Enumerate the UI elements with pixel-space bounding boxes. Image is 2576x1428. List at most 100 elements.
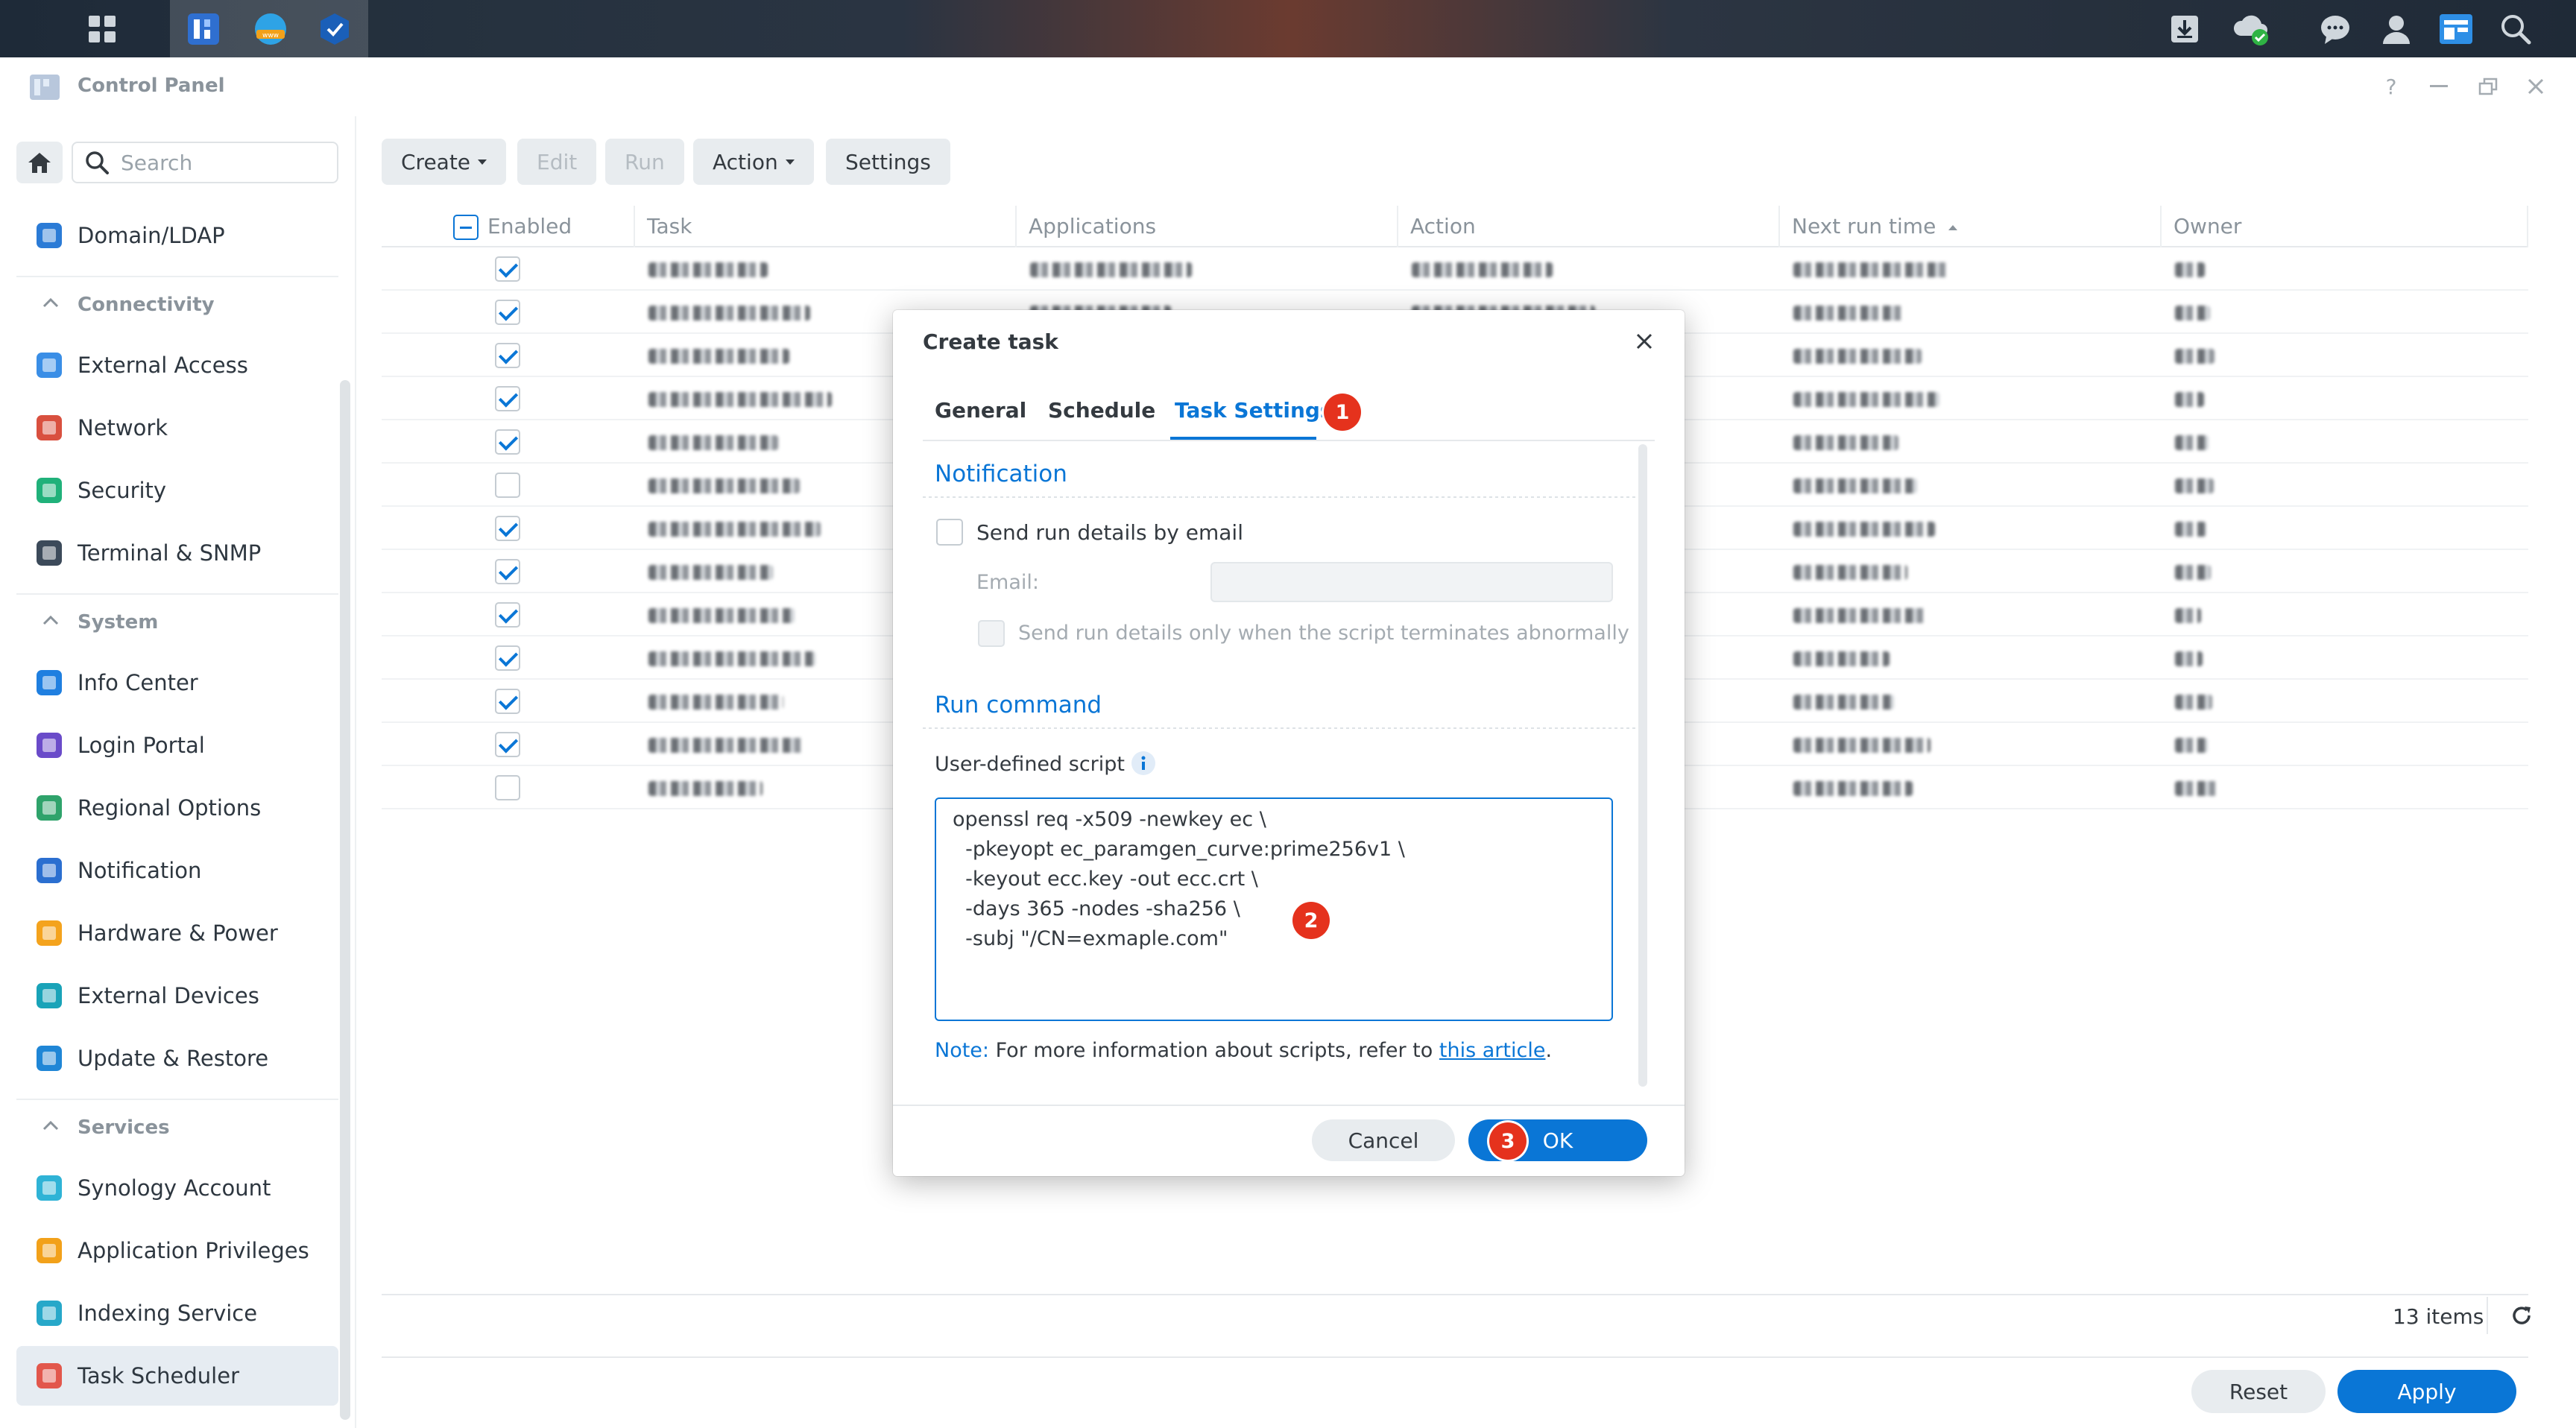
action-label: Action [713,149,778,174]
sidebar-item-domain-ldap[interactable]: Domain/LDAP [16,206,338,265]
column-task[interactable]: Task [635,206,1017,247]
security-advisor-app-icon[interactable] [312,6,358,52]
redacted-cell [2175,349,2214,364]
row-enabled-checkbox[interactable] [495,559,520,584]
sidebar-item-hardware-power[interactable]: Hardware & Power [16,903,338,963]
web-station-app-icon[interactable]: www [247,6,294,52]
download-icon[interactable] [2162,6,2208,52]
help-icon[interactable]: ? [2376,72,2406,101]
window-title: Control Panel [78,75,225,97]
cloud-sync-status-icon[interactable] [2229,6,2275,52]
note-end: . [1545,1039,1553,1062]
redacted-cell [1793,522,1935,537]
control-panel-app-icon[interactable] [180,6,227,52]
sidebar-item-external-devices[interactable]: External Devices [16,966,338,1026]
row-enabled-checkbox[interactable] [495,732,520,757]
tab-task-settings[interactable]: Task Settings [1175,398,1333,423]
row-enabled-checkbox[interactable] [495,775,520,800]
notification-section-divider [923,496,1649,498]
sidebar-item-label: Login Portal [78,733,205,758]
tab-schedule[interactable]: Schedule [1048,398,1155,423]
column-applications[interactable]: Applications [1017,206,1398,247]
redacted-cell [648,392,832,407]
sidebar-item-security[interactable]: Security [16,461,338,520]
settings-button[interactable]: Settings [826,139,950,185]
minimize-icon[interactable] [2424,72,2454,101]
close-window-icon[interactable] [2521,72,2551,101]
sidebar-item-indexing-service[interactable]: Indexing Service [16,1283,338,1343]
sidebar-item-task-scheduler[interactable]: Task Scheduler [16,1346,338,1406]
email-label: Email: [976,571,1040,594]
action-button[interactable]: Action [693,139,814,185]
sidebar-item-application-privileges[interactable]: Application Privileges [16,1221,338,1280]
column-action[interactable]: Action [1398,206,1780,247]
step-badge-2: 2 [1292,902,1330,939]
sidebar-scrollbar[interactable] [340,380,350,1420]
column-owner[interactable]: Owner [2162,206,2528,247]
cancel-button[interactable]: Cancel [1312,1119,1455,1161]
sidebar-item-login-portal[interactable]: Login Portal [16,715,338,775]
sidebar-item-synology-account[interactable]: Synology Account [16,1158,338,1218]
row-enabled-checkbox[interactable] [495,602,520,628]
row-enabled-checkbox[interactable] [495,300,520,325]
this-article-link[interactable]: this article [1439,1039,1546,1062]
search-input[interactable] [72,142,338,183]
sidebar-section-system[interactable]: System [16,601,338,645]
row-enabled-checkbox[interactable] [495,386,520,411]
redacted-cell [1793,695,1894,710]
dialog-scrollbar[interactable] [1638,444,1647,1087]
row-enabled-checkbox[interactable] [495,645,520,671]
sidebar-item-terminal[interactable]: Terminal & SNMP [16,523,338,583]
user-icon[interactable] [2373,6,2419,52]
home-button[interactable] [16,142,63,183]
sidebar-item-notification[interactable]: Notification [16,841,338,900]
redacted-cell [2175,306,2210,320]
redacted-cell [2175,695,2212,710]
search-taskbar-icon[interactable] [2493,6,2539,52]
column-enabled[interactable]: Enabled [382,206,635,247]
dialog-close-icon[interactable] [1629,326,1659,356]
abnormal-only-checkbox[interactable] [978,620,1005,647]
column-next-run-time[interactable]: Next run time [1780,206,2162,247]
row-enabled-checkbox[interactable] [495,516,520,541]
sidebar-item-external-access[interactable]: External Access [16,335,338,395]
restore-icon[interactable] [2473,72,2503,101]
create-button[interactable]: Create [382,139,507,185]
email-field[interactable] [1210,562,1613,602]
notification-section-title: Notification [935,461,1067,487]
login-portal-icon [34,730,64,760]
run-button[interactable]: Run [605,139,684,185]
sidebar-item-info-center[interactable]: Info Center [16,653,338,713]
row-enabled-checkbox[interactable] [495,689,520,714]
sidebar-section-title: Connectivity [78,294,215,316]
script-info-icon[interactable] [1131,751,1155,775]
main-menu-icon[interactable] [79,6,125,52]
tab-general[interactable]: General [935,398,1026,423]
refresh-icon[interactable] [2510,1304,2533,1327]
messages-icon[interactable] [2312,6,2358,52]
row-enabled-checkbox[interactable] [495,343,520,368]
row-enabled-checkbox[interactable] [495,429,520,455]
sidebar-item-label: Domain/LDAP [78,223,225,248]
send-email-checkbox[interactable] [936,519,963,546]
redacted-cell [2175,651,2203,666]
row-enabled-checkbox[interactable] [495,473,520,498]
apply-button[interactable]: Apply [2337,1370,2516,1413]
row-enabled-checkbox[interactable] [495,256,520,282]
sidebar-item-label: External Devices [78,983,259,1008]
redacted-cell [1793,262,1948,277]
active-tab-indicator [1170,437,1316,440]
sidebar-item-label: Synology Account [78,1175,271,1201]
sidebar-section-services[interactable]: Services [16,1106,338,1151]
redacted-cell [1793,565,1907,580]
edit-button[interactable]: Edit [517,139,597,185]
sidebar-item-update-restore[interactable]: Update & Restore [16,1029,338,1088]
window-titlebar[interactable] [0,57,2576,116]
control-panel-title-icon [28,72,61,101]
sidebar-item-network[interactable]: Network [16,398,338,458]
sidebar-section-connectivity[interactable]: Connectivity [16,283,338,328]
reset-button[interactable]: Reset [2191,1370,2326,1413]
sidebar-item-regional-options[interactable]: Regional Options [16,778,338,838]
widgets-icon[interactable] [2433,6,2479,52]
select-all-checkbox[interactable] [453,215,479,240]
